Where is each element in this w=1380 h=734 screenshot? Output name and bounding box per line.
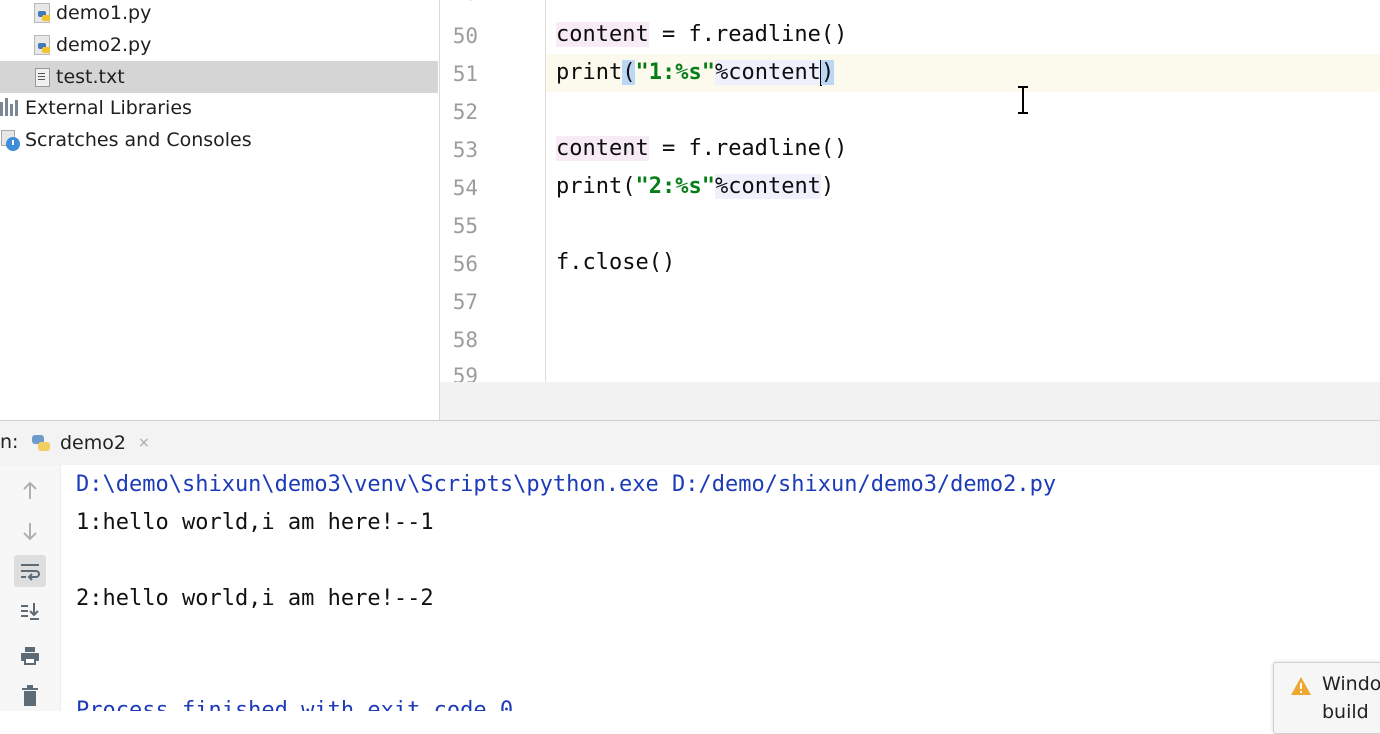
text-file-icon (32, 66, 52, 88)
code-line-50: content = f.readline() (556, 16, 847, 54)
console-line: 2:hello world,i am here!--2 (76, 586, 434, 611)
code-line-53: content = f.readline() (556, 130, 847, 168)
code-token: ) (820, 60, 835, 85)
code-token: content (556, 136, 649, 161)
line-number: 49 (440, 0, 478, 5)
scratches-icon (0, 129, 22, 151)
run-panel: n: demo2 × D:\demo\shixun\demo3\venv\Scr… (0, 420, 1380, 711)
run-toolbar (0, 465, 60, 711)
run-tab-demo2[interactable]: demo2 × (30, 425, 170, 461)
code-editor[interactable]: 49 50 51 52 53 54 55 56 57 58 59 content… (439, 0, 1380, 420)
run-tab-label: demo2 (60, 432, 126, 454)
close-icon[interactable]: × (138, 435, 150, 451)
print-icon[interactable] (14, 640, 46, 672)
code-token: = f.readline() (648, 22, 848, 47)
tree-item-demo2[interactable]: demo2.py (0, 29, 438, 61)
notification-title: Windo (1322, 673, 1380, 695)
code-token: %content (714, 174, 821, 199)
text-cursor-icon (1018, 86, 1028, 114)
line-number: 54 (452, 176, 478, 200)
code-token: ( (622, 174, 636, 199)
tree-item-scratches[interactable]: Scratches and Consoles (0, 124, 438, 156)
code-token: f.close() (556, 250, 676, 275)
console-line: 1:hello world,i am here!--1 (76, 510, 434, 535)
code-area[interactable]: content = f.readline() print("1:%s"%cont… (545, 0, 1380, 382)
line-number: 52 (452, 100, 478, 124)
tree-item-external-libraries[interactable]: External Libraries (0, 92, 438, 124)
code-line-56: f.close() (556, 244, 675, 282)
console-line: Process finished with exit code 0 (76, 698, 514, 711)
code-token: "1:%s" (635, 60, 715, 85)
line-number: 57 (452, 290, 478, 314)
tree-item-label: Scratches and Consoles (25, 129, 252, 151)
console-output[interactable]: D:\demo\shixun\demo3\venv\Scripts\python… (60, 465, 1380, 711)
line-number: 53 (452, 138, 478, 162)
tree-item-label: demo1.py (56, 2, 152, 24)
python-icon (30, 433, 52, 453)
soft-wrap-icon[interactable] (14, 555, 46, 587)
code-token: print (556, 60, 623, 85)
tree-item-label: demo2.py (56, 34, 152, 56)
run-label: n: (0, 431, 19, 453)
warning-icon (1291, 677, 1311, 695)
down-arrow-icon[interactable] (14, 515, 46, 547)
notification-balloon[interactable]: Windo build (1273, 662, 1380, 734)
tree-item-test-txt[interactable]: test.txt (0, 61, 438, 93)
code-token: %content (714, 60, 821, 85)
libraries-icon (0, 97, 22, 119)
code-line-54: print("2:%s"%content) (556, 168, 834, 206)
code-line-51: print("1:%s"%content) (556, 54, 835, 92)
line-number: 58 (452, 328, 478, 352)
up-arrow-icon[interactable] (14, 475, 46, 507)
console-line: D:\demo\shixun\demo3\venv\Scripts\python… (76, 472, 1057, 497)
scroll-to-end-icon[interactable] (14, 595, 46, 627)
notification-text: build (1322, 701, 1369, 723)
editor-bottom-strip (440, 382, 1380, 420)
code-token: print (556, 174, 623, 199)
line-number-gutter: 49 50 51 52 53 54 55 56 57 58 59 (440, 0, 545, 388)
tree-item-label: test.txt (56, 66, 125, 88)
tree-item-label: External Libraries (25, 97, 192, 119)
trash-icon[interactable] (14, 680, 46, 712)
line-number: 51 (452, 62, 478, 86)
code-token: ) (820, 174, 835, 199)
line-number: 50 (452, 24, 478, 48)
code-token: ( (622, 60, 636, 85)
code-token: = f.readline() (648, 136, 848, 161)
tree-item-demo1[interactable]: demo1.py (0, 0, 438, 29)
line-number: 56 (452, 252, 478, 276)
python-file-icon (32, 34, 52, 56)
run-tabbar: n: demo2 × (0, 421, 1380, 465)
line-number: 55 (452, 214, 478, 238)
python-file-icon (32, 2, 52, 24)
code-token: "2:%s" (635, 174, 715, 199)
code-token: content (556, 22, 649, 47)
project-tree-panel: demo1.py demo2.py test.txt External Libr… (0, 0, 438, 420)
